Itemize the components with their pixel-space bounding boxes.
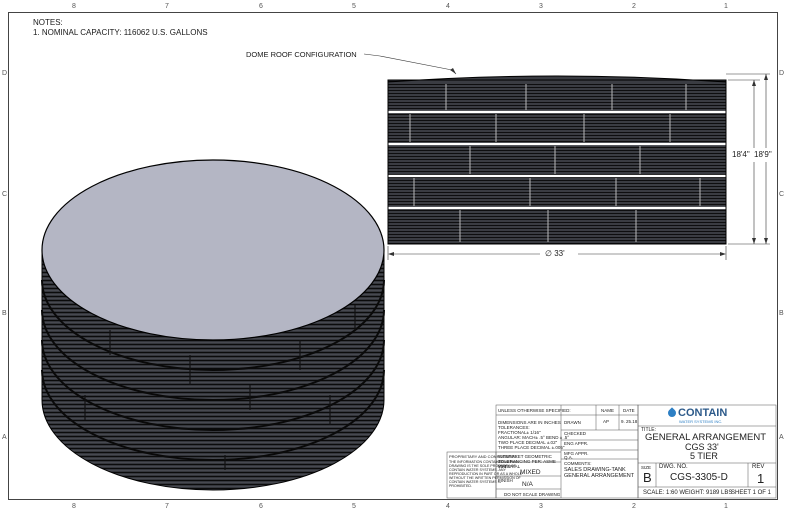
scale-weight: SCALE: 1:60 WEIGHT: 9189 LBS — [643, 490, 733, 496]
sheet-number: SHEET 1 OF 1 — [731, 490, 771, 496]
dwg-no-value: CGS-3305-D — [670, 472, 728, 483]
checked-label: CHECKED — [564, 431, 587, 436]
name-header: NAME — [601, 408, 615, 413]
size-value: B — [643, 470, 652, 485]
dwg-no-label: DWG. NO. — [659, 464, 688, 470]
qa-label: Q.A. — [564, 455, 574, 460]
rev-label: REV — [752, 464, 765, 470]
material-value: MIXED — [520, 469, 541, 476]
drawn-name: AP — [603, 419, 610, 424]
proprietary-heading: PROPRIETARY AND CONFIDENTIAL — [449, 454, 518, 459]
unless-specified: UNLESS OTHERWISE SPECIFIED: — [498, 408, 571, 413]
drawn-date: 9. 25.18 — [621, 419, 638, 424]
comments-label: COMMENTS: — [564, 461, 592, 466]
do-not-scale: DO NOT SCALE DRAWING — [504, 492, 561, 497]
drawn-label: DRAWN — [564, 420, 581, 425]
tolerance-line-6: THREE PLACE DECIMAL ±.005" — [498, 445, 565, 450]
title-line-3: 5 TIER — [690, 451, 718, 461]
proprietary-line-7: PROHIBITED. — [449, 484, 472, 488]
finish-value: N/A — [522, 481, 533, 488]
comments-line-2: GENERAL ARRANGEMENT — [564, 473, 635, 479]
date-header: DATE — [623, 408, 635, 413]
eng-appr-label: ENG APPR. — [564, 441, 589, 446]
rev-value: 1 — [757, 471, 765, 486]
company-subname: WATER SYSTEMS INC. — [679, 419, 723, 424]
company-name: CONTAIN — [678, 407, 728, 419]
